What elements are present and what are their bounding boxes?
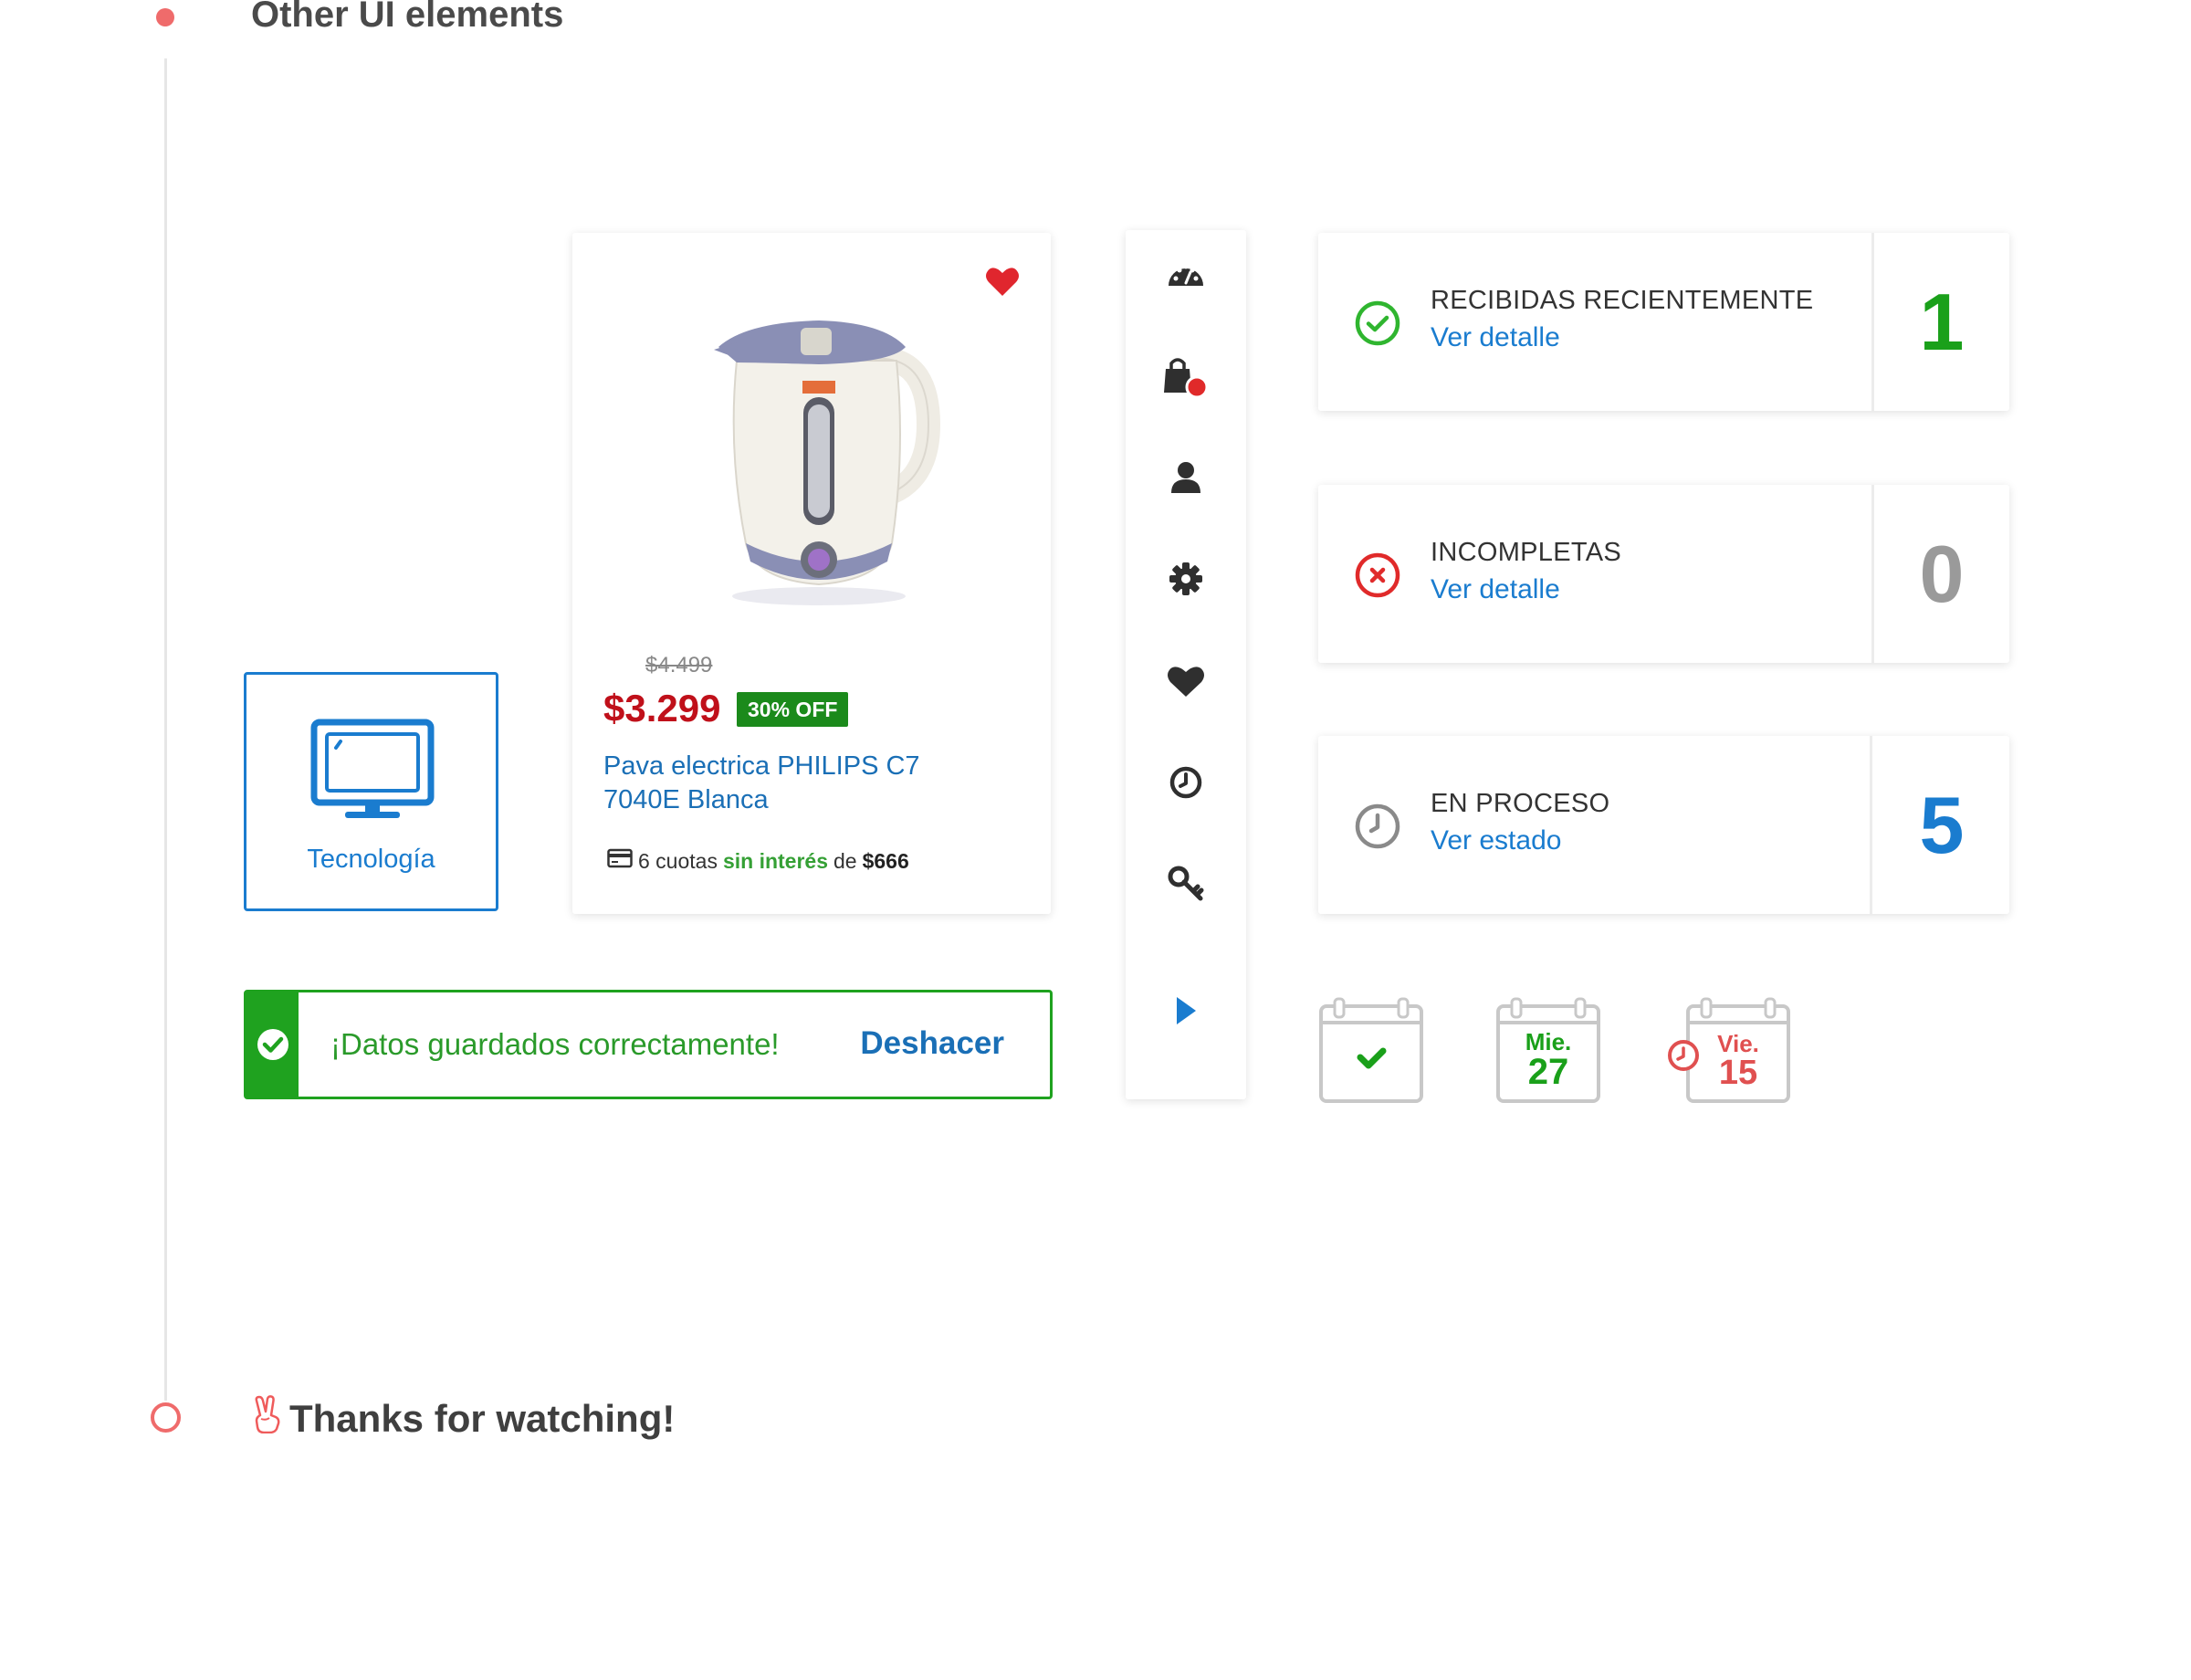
status-count: 0 — [1919, 528, 1965, 619]
calendar-date-wed[interactable]: Mie. 27 — [1495, 997, 1601, 1105]
status-link[interactable]: Ver detalle — [1431, 574, 1560, 605]
price: $3.299 — [603, 687, 721, 730]
installments-count: 6 cuotas — [638, 848, 718, 873]
play-arrow-icon — [1177, 997, 1196, 1024]
favorite-heart-icon[interactable] — [985, 266, 1020, 301]
status-count: 1 — [1919, 276, 1965, 367]
installments-info: 6 cuotas sin interés de $666 — [607, 848, 909, 874]
toast-message: ¡Datos guardados correctamente! — [330, 1027, 780, 1061]
clock-icon — [1355, 803, 1400, 849]
heart-button[interactable] — [1126, 654, 1246, 709]
timeline-dot-top — [156, 8, 174, 26]
thanks-text: Thanks for watching! — [289, 1397, 676, 1440]
monitor-icon — [310, 719, 435, 818]
timeline-dot-bottom — [151, 1402, 181, 1433]
play-arrow-button[interactable] — [1126, 983, 1246, 1038]
check-circle-icon — [257, 1029, 288, 1060]
status-title: INCOMPLETAS — [1431, 538, 1622, 567]
category-label: Tecnología — [307, 845, 435, 874]
check-circle-icon — [1355, 300, 1400, 346]
status-count: 5 — [1919, 779, 1965, 870]
divider — [1870, 736, 1872, 914]
category-tile[interactable]: Tecnología — [244, 672, 498, 911]
calendar-check-icon — [1319, 997, 1423, 1103]
section-title: Other UI elements — [251, 0, 564, 35]
installments-amount: $666 — [862, 848, 909, 873]
product-card[interactable]: $4.499 $3.299 30% OFF Pava electrica PHI… — [572, 233, 1051, 914]
user-icon — [1171, 462, 1200, 493]
product-name[interactable]: Pava electrica PHILIPS C7 7040E Blanca — [603, 750, 987, 817]
timeline-line — [164, 58, 167, 1401]
product-image — [714, 320, 941, 605]
status-card-received: RECIBIDAS RECIENTEMENTE Ver detalle 1 — [1318, 233, 2009, 411]
old-price: $4.499 — [645, 653, 713, 677]
x-circle-icon — [1355, 552, 1400, 598]
status-card-incomplete: INCOMPLETAS Ver detalle 0 — [1318, 485, 2009, 663]
undo-button[interactable]: Deshacer — [860, 1025, 1004, 1062]
calendar-date: 15 — [1718, 1054, 1758, 1092]
key-icon — [1168, 866, 1204, 901]
key-button[interactable] — [1126, 856, 1246, 911]
thanks-message: Thanks for watching! — [251, 1395, 676, 1443]
dashboard-icon — [1169, 264, 1203, 286]
gear-icon — [1169, 562, 1202, 595]
shopping-bag-button[interactable] — [1126, 349, 1246, 404]
installments-of: de — [833, 848, 857, 873]
discount-badge: 30% OFF — [737, 692, 849, 727]
calendar-check[interactable] — [1318, 997, 1424, 1105]
status-card-in-progress: EN PROCESO Ver estado 5 — [1318, 736, 2009, 914]
success-toast: ¡Datos guardados correctamente! Deshacer — [244, 990, 1053, 1099]
victory-hand-icon — [251, 1395, 284, 1443]
status-title: RECIBIDAS RECIENTEMENTE — [1431, 286, 1814, 315]
calendar-date-fri[interactable]: Vie. 15 — [1667, 997, 1791, 1105]
installments-interest: sin interés — [722, 848, 828, 873]
clock-button[interactable] — [1126, 755, 1246, 810]
status-link[interactable]: Ver detalle — [1431, 322, 1560, 353]
heart-icon — [1168, 667, 1204, 697]
calendar-date: 27 — [1527, 1052, 1569, 1092]
status-link[interactable]: Ver estado — [1431, 825, 1561, 856]
credit-card-icon — [607, 848, 633, 874]
clock-icon — [1169, 766, 1202, 799]
shopping-bag-icon — [1164, 358, 1209, 398]
dashboard-button[interactable] — [1126, 247, 1246, 301]
status-title: EN PROCESO — [1431, 789, 1610, 818]
user-button[interactable] — [1126, 450, 1246, 505]
toast-status-bar — [246, 992, 299, 1097]
vertical-icon-bar — [1126, 230, 1246, 1099]
gear-button[interactable] — [1126, 551, 1246, 606]
